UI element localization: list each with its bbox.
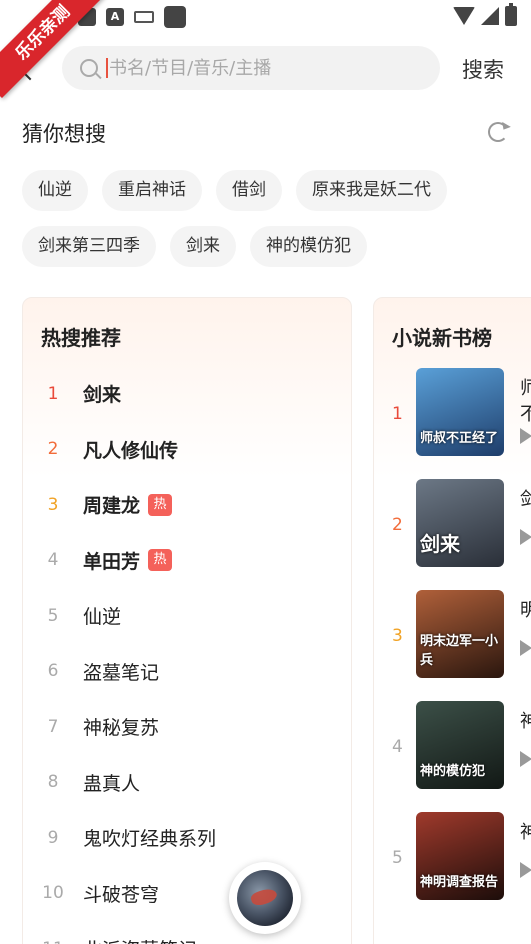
- suggestion-chip[interactable]: 剑来第三四季: [22, 226, 156, 267]
- cover-title-text: 明末边军一小兵: [420, 634, 499, 668]
- cover-title-text: 神的模仿犯: [420, 764, 486, 779]
- rank-number: 4: [47, 550, 59, 571]
- hot-search-row[interactable]: 5 仙逆: [23, 588, 351, 644]
- hot-search-card: 热搜推荐 1 剑来 2 凡人修仙传 3 周建龙热 4 单田芳热 5 仙逆 6 盗墓笔记 7 神秘复苏 8 蛊真…: [22, 297, 352, 944]
- cover-title-text: 师叔不正经了: [420, 431, 499, 446]
- rank-number: 3: [47, 494, 59, 515]
- search-input[interactable]: [109, 57, 409, 79]
- search-icon: [80, 59, 98, 77]
- cover-title-text: 剑来: [420, 532, 460, 556]
- hot-badge: 热: [148, 549, 173, 572]
- rank-number: 5: [47, 605, 59, 626]
- keyboard-icon: [134, 11, 154, 23]
- hot-search-row[interactable]: 11北派盗墓笔记: [23, 921, 351, 944]
- hot-search-row[interactable]: 7 神秘复苏: [23, 699, 351, 755]
- floating-player-button[interactable]: [229, 862, 301, 934]
- guess-section-title: 猜你想搜: [22, 122, 106, 146]
- novel-name: 神: [520, 707, 531, 733]
- player-album-art: [237, 870, 293, 926]
- rank-number: 5: [392, 848, 403, 868]
- cover-title-text: 神明调查报告: [420, 875, 499, 890]
- suggestion-chip[interactable]: 重启神话: [102, 170, 202, 211]
- hot-search-row[interactable]: 3 周建龙热: [23, 477, 351, 533]
- book-cover[interactable]: 师叔不正经了: [416, 368, 504, 456]
- hot-search-name: 盗墓笔记: [83, 661, 160, 684]
- suggestion-chip[interactable]: 仙逆: [22, 170, 88, 211]
- wifi-icon: [453, 7, 475, 25]
- suggestion-chips: 仙逆 重启神话 借剑 原来我是妖二代 剑来第三四季 剑来 神的模仿犯: [22, 170, 512, 267]
- novel-name: 师: [520, 374, 531, 400]
- app-icon: [164, 6, 186, 28]
- book-cover[interactable]: 神的模仿犯: [416, 701, 504, 789]
- novel-name-line2: 不: [520, 400, 531, 426]
- hot-badge: 热: [148, 493, 173, 516]
- play-icon[interactable]: [520, 862, 531, 878]
- rank-number: 2: [392, 515, 403, 535]
- hot-search-row[interactable]: 6 盗墓笔记: [23, 644, 351, 700]
- suggestion-chip[interactable]: 剑来: [170, 226, 236, 267]
- suggestion-chip[interactable]: 原来我是妖二代: [296, 170, 447, 211]
- novel-name: 神: [520, 818, 531, 844]
- rank-number: 1: [47, 383, 59, 404]
- hot-search-row[interactable]: 10 斗破苍穹: [23, 866, 351, 922]
- rank-number: 8: [47, 772, 59, 793]
- book-cover[interactable]: 明末边军一小兵: [416, 590, 504, 678]
- suggestion-chip[interactable]: 神的模仿犯: [250, 226, 367, 267]
- rank-number: 6: [47, 661, 59, 682]
- rank-number: 1: [392, 404, 403, 424]
- hot-search-name: 鬼吹灯经典系列: [83, 828, 217, 851]
- hot-search-row[interactable]: 8 蛊真人: [23, 755, 351, 811]
- play-icon[interactable]: [520, 428, 531, 444]
- rank-number: 7: [47, 716, 59, 737]
- search-button[interactable]: 搜索: [462, 54, 504, 84]
- book-cover[interactable]: 神明调查报告: [416, 812, 504, 900]
- rank-number: 3: [392, 626, 403, 646]
- hot-search-row[interactable]: 9 鬼吹灯经典系列: [23, 810, 351, 866]
- hot-search-row[interactable]: 4 单田芳热: [23, 533, 351, 589]
- hot-search-name: 神秘复苏: [83, 717, 160, 740]
- status-icons-left: A: [78, 6, 186, 28]
- refresh-icon[interactable]: [488, 122, 508, 142]
- battery-icon: [505, 3, 517, 26]
- novel-name: 明: [520, 596, 531, 622]
- signal-icon: [481, 7, 499, 25]
- hot-search-row[interactable]: 2 凡人修仙传: [23, 422, 351, 478]
- play-icon[interactable]: [520, 640, 531, 656]
- play-icon[interactable]: [520, 529, 531, 545]
- hot-search-name: 周建龙: [83, 495, 141, 518]
- rank-number: 11: [23, 939, 83, 944]
- rank-number: 10: [42, 883, 64, 904]
- rank-number: 9: [47, 827, 59, 848]
- hot-search-name: 北派盗墓笔记: [83, 935, 197, 944]
- hot-search-name: 单田芳: [83, 550, 141, 573]
- hot-search-list: 1 剑来 2 凡人修仙传 3 周建龙热 4 单田芳热 5 仙逆 6 盗墓笔记 7 神秘复苏 8 蛊真人 9 鬼吹灯…: [23, 366, 351, 944]
- novel-name: 剑: [520, 485, 531, 511]
- play-icon[interactable]: [520, 751, 531, 767]
- hot-search-name: 蛊真人: [83, 772, 141, 795]
- novel-chart-title: 小说新书榜: [392, 326, 492, 350]
- status-icons-right: [453, 3, 517, 26]
- novel-chart-card: 小说新书榜 1师叔不正经了师不2剑来剑3明末边军一小兵明4神的模仿犯神5神明调查…: [373, 297, 531, 944]
- hot-search-name: 斗破苍穹: [83, 883, 160, 906]
- hot-search-row[interactable]: 1 剑来: [23, 366, 351, 422]
- text-cursor: [106, 58, 108, 78]
- book-cover[interactable]: 剑来: [416, 479, 504, 567]
- font-app-icon: A: [106, 8, 124, 26]
- rank-number: 4: [392, 737, 403, 757]
- hot-search-name: 剑来: [83, 384, 122, 407]
- suggestion-chip[interactable]: 借剑: [216, 170, 282, 211]
- hot-search-name: 凡人修仙传: [83, 439, 179, 462]
- search-box[interactable]: [62, 46, 440, 90]
- rank-number: 2: [47, 439, 59, 460]
- hot-search-title: 热搜推荐: [41, 326, 121, 350]
- hot-search-name: 仙逆: [83, 606, 122, 629]
